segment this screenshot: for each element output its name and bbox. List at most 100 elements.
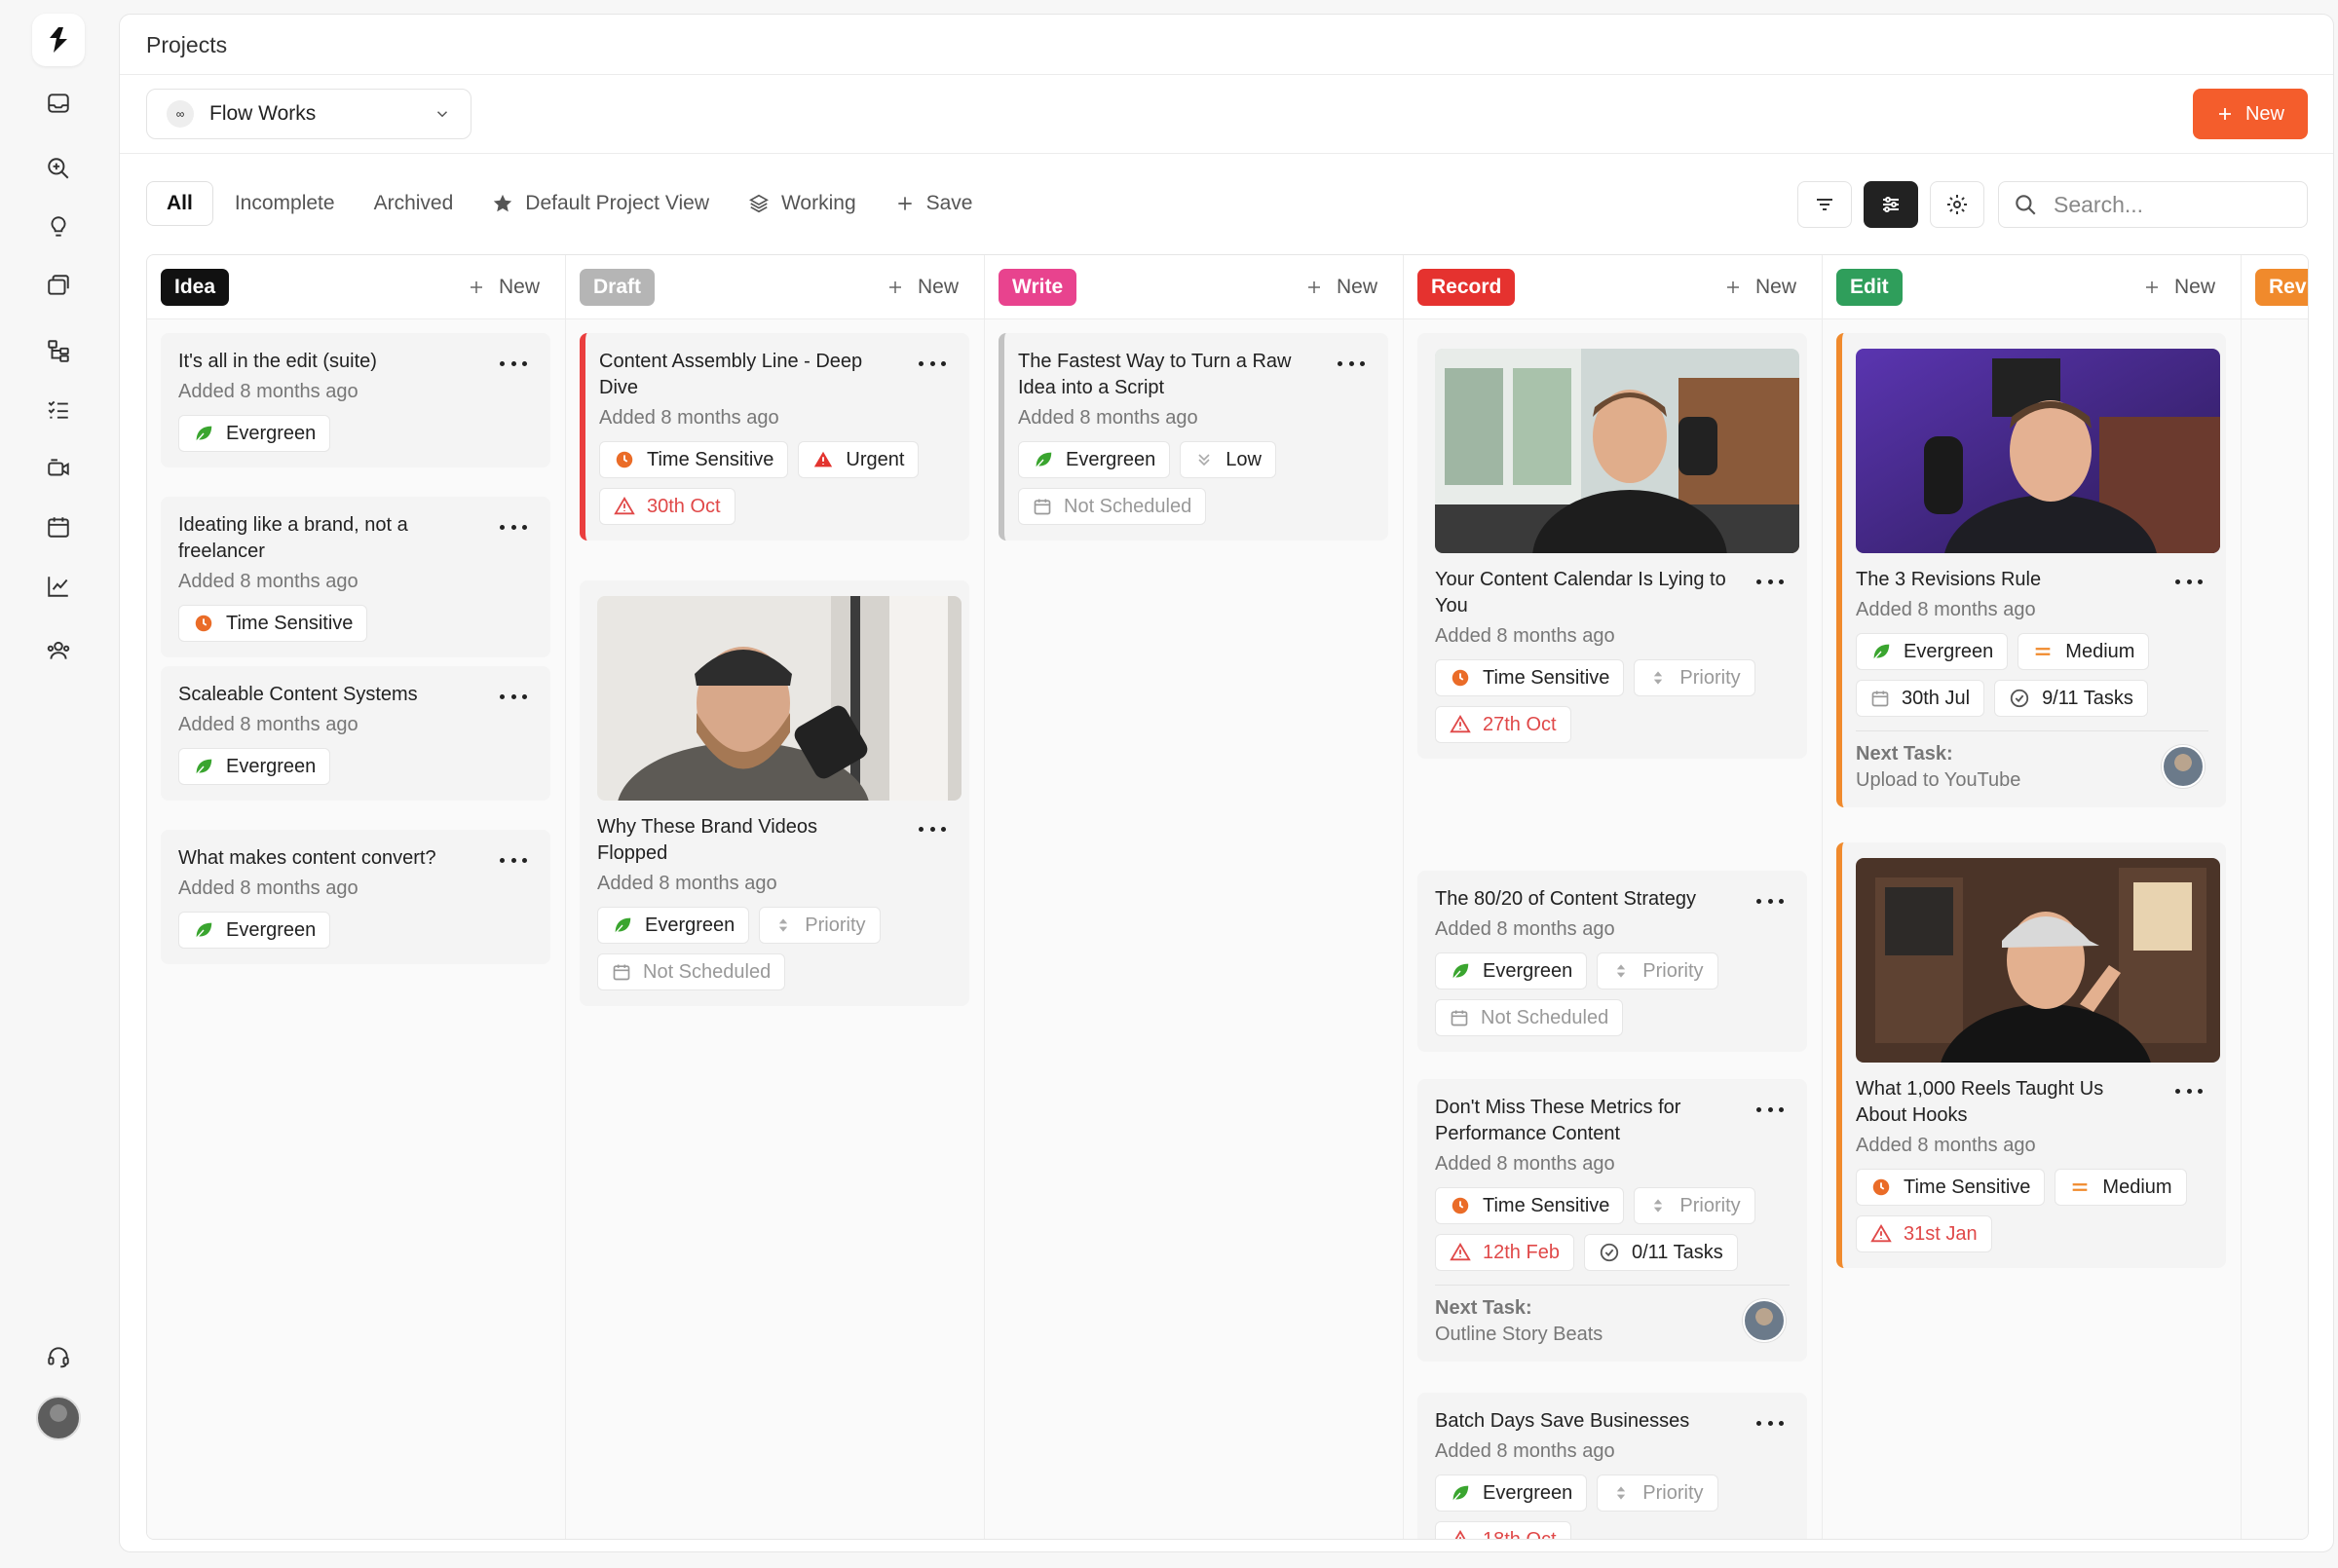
tag[interactable]: Evergreen <box>178 748 331 785</box>
more-options-icon[interactable] <box>1756 896 1784 906</box>
card-added-date: Added 8 months ago <box>599 407 779 429</box>
new-project-button[interactable]: New <box>2193 89 2308 139</box>
project-card[interactable]: Why These Brand Videos Flopped Added 8 mo… <box>580 580 969 1006</box>
settings-button[interactable] <box>1930 181 1984 228</box>
tab-working[interactable]: Working <box>729 181 876 226</box>
project-card[interactable]: Content Assembly Line - Deep Dive Added 8… <box>580 333 969 541</box>
search-box[interactable] <box>1998 181 2308 228</box>
more-options-icon[interactable] <box>1338 358 1365 368</box>
tag[interactable]: 30th Jul <box>1856 680 1985 717</box>
project-card[interactable]: Ideating like a brand, not a freelancer A… <box>161 497 550 657</box>
add-card-button[interactable]: New <box>1724 271 1796 304</box>
camera-icon[interactable] <box>41 451 76 486</box>
tag[interactable]: 9/11 Tasks <box>1994 680 2148 717</box>
stage-badge[interactable]: Revi <box>2255 269 2308 306</box>
more-options-icon[interactable] <box>500 358 527 368</box>
stage-badge[interactable]: Idea <box>161 269 230 306</box>
tag[interactable]: Medium <box>2017 633 2150 670</box>
tag[interactable]: Not Scheduled <box>1435 999 1624 1036</box>
tag[interactable]: Time Sensitive <box>1435 659 1625 696</box>
project-card[interactable]: It's all in the edit (suite) Added 8 mont… <box>161 333 550 467</box>
project-card[interactable]: The Fastest Way to Turn a Raw Idea into … <box>999 333 1388 541</box>
more-options-icon[interactable] <box>2175 1086 2203 1096</box>
tag[interactable]: Evergreen <box>1435 952 1588 989</box>
project-card[interactable]: The 80/20 of Content Strategy Added 8 mon… <box>1417 871 1807 1052</box>
tag[interactable]: Not Scheduled <box>1018 488 1207 525</box>
tag[interactable]: Evergreen <box>1435 1475 1588 1512</box>
chart-line-icon[interactable] <box>41 569 76 604</box>
search-input[interactable] <box>2054 191 2287 218</box>
assignee-avatar[interactable] <box>2162 745 2205 788</box>
tag[interactable]: Evergreen <box>1856 633 2009 670</box>
project-card[interactable]: What makes content convert? Added 8 month… <box>161 830 550 964</box>
assignee-avatar[interactable] <box>1743 1299 1786 1342</box>
tag[interactable]: Urgent <box>798 441 920 478</box>
checklist-icon[interactable] <box>41 392 76 427</box>
project-card[interactable]: Don't Miss These Metrics for Performance… <box>1417 1079 1807 1362</box>
project-card[interactable]: What 1,000 Reels Taught Us About Hooks Ad… <box>1836 842 2226 1268</box>
project-card[interactable]: Your Content Calendar Is Lying to You Add… <box>1417 333 1807 759</box>
tag[interactable]: Priority <box>1597 1475 1718 1512</box>
tag[interactable]: 18th Oct <box>1435 1521 1571 1539</box>
add-card-button[interactable]: New <box>2143 271 2215 304</box>
more-options-icon[interactable] <box>1756 1104 1784 1114</box>
tag[interactable]: Medium <box>2055 1169 2187 1206</box>
project-card[interactable]: Scaleable Content Systems Added 8 months … <box>161 666 550 801</box>
stage-badge[interactable]: Record <box>1417 269 1516 306</box>
tab-default-project-view[interactable]: Default Project View <box>472 181 729 226</box>
display-options-button[interactable] <box>1864 181 1918 228</box>
tag[interactable]: Priority <box>1597 952 1718 989</box>
more-options-icon[interactable] <box>500 522 527 532</box>
more-options-icon[interactable] <box>1756 1418 1784 1428</box>
tab-archived[interactable]: Archived <box>355 181 473 226</box>
hierarchy-icon[interactable] <box>41 333 76 368</box>
tag[interactable]: Time Sensitive <box>599 441 789 478</box>
inbox-icon[interactable] <box>41 86 76 121</box>
tag[interactable]: 0/11 Tasks <box>1583 1234 1738 1271</box>
stage-badge[interactable]: Edit <box>1836 269 1903 306</box>
search-zoom-icon[interactable] <box>41 151 76 186</box>
tab-all[interactable]: All <box>146 181 213 226</box>
tag[interactable]: Evergreen <box>1018 441 1171 478</box>
card-title: The 80/20 of Content Strategy <box>1435 888 1696 910</box>
tag[interactable]: Time Sensitive <box>178 605 368 642</box>
tag[interactable]: Time Sensitive <box>1856 1169 2046 1206</box>
tag[interactable]: Priority <box>1634 1187 1755 1224</box>
more-options-icon[interactable] <box>500 855 527 865</box>
support-icon[interactable] <box>41 1339 76 1374</box>
stage-badge[interactable]: Write <box>999 269 1077 306</box>
filter-button[interactable] <box>1797 181 1852 228</box>
tab-incomplete[interactable]: Incomplete <box>215 181 355 226</box>
tag[interactable]: Low <box>1180 441 1276 478</box>
save-view-button[interactable]: Save <box>876 181 993 226</box>
more-options-icon[interactable] <box>2175 577 2203 586</box>
more-options-icon[interactable] <box>1756 577 1784 586</box>
tag[interactable]: 31st Jan <box>1856 1215 1992 1252</box>
more-options-icon[interactable] <box>919 358 946 368</box>
stage-badge[interactable]: Draft <box>580 269 656 306</box>
tag[interactable]: Priority <box>759 907 881 944</box>
add-card-button[interactable]: New <box>468 271 540 304</box>
add-card-button[interactable]: New <box>1305 271 1377 304</box>
tag[interactable]: Evergreen <box>178 912 331 949</box>
tag[interactable]: Evergreen <box>178 415 331 452</box>
tag[interactable]: Time Sensitive <box>1435 1187 1625 1224</box>
lightbulb-icon[interactable] <box>41 209 76 244</box>
more-options-icon[interactable] <box>500 691 527 701</box>
tag[interactable]: Evergreen <box>597 907 750 944</box>
tag[interactable]: 30th Oct <box>599 488 735 525</box>
project-card[interactable]: Batch Days Save Businesses Added 8 months… <box>1417 1393 1807 1539</box>
workspace-selector[interactable]: ∞ Flow Works <box>146 89 471 139</box>
user-avatar[interactable] <box>36 1396 81 1440</box>
users-icon[interactable] <box>41 633 76 668</box>
more-options-icon[interactable] <box>919 824 946 834</box>
project-card[interactable]: The 3 Revisions Rule Added 8 months ago Ev… <box>1836 333 2226 807</box>
tag[interactable]: 12th Feb <box>1435 1234 1574 1271</box>
tag[interactable]: Not Scheduled <box>597 953 786 990</box>
calendar-icon[interactable] <box>41 509 76 544</box>
folders-icon[interactable] <box>41 268 76 303</box>
add-card-button[interactable]: New <box>886 271 959 304</box>
tag[interactable]: Priority <box>1634 659 1755 696</box>
tag[interactable]: 27th Oct <box>1435 706 1571 743</box>
app-logo[interactable] <box>32 14 85 66</box>
